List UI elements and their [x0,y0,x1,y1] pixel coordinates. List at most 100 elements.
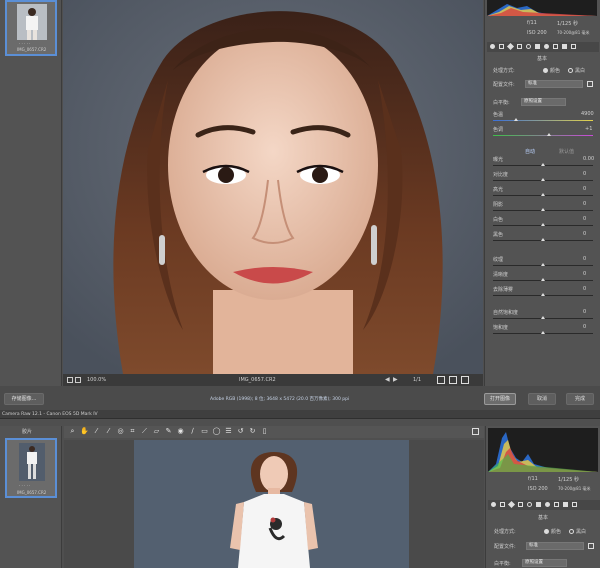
profile-select[interactable]: 标准 [526,542,584,550]
effects-tab-icon[interactable] [544,44,549,49]
copy-settings-icon[interactable] [461,376,469,384]
temperature-value[interactable]: 4900 [581,111,594,117]
slider-knob[interactable] [541,263,545,266]
transform-icon[interactable]: ▱ [152,427,161,436]
split-toning-tab-icon[interactable] [527,502,532,507]
brush-icon[interactable]: ∕ [188,427,197,436]
snapshots-tab-icon[interactable] [571,44,576,49]
detail-tab-icon[interactable] [506,42,515,51]
white-balance-icon[interactable]: ⁄ [92,427,101,436]
targeted-adjust-icon[interactable]: ◎ [116,427,125,436]
thumbnail-stars[interactable]: · · · · · [19,41,30,46]
slider-value[interactable]: 0 [583,201,586,207]
swap-icon[interactable] [449,376,457,384]
slider-value[interactable]: 0 [583,271,586,277]
slider-knob[interactable] [541,331,545,334]
zoom-minus-icon[interactable] [67,377,73,383]
red-eye-icon[interactable]: ◉ [176,427,185,436]
open-image-button[interactable]: 打开图像 [484,393,516,405]
save-image-button[interactable]: 存储图像... [4,393,44,405]
radial-filter-icon[interactable]: ◯ [212,427,221,436]
cancel-button[interactable]: 取消 [528,393,556,405]
slider-knob[interactable] [541,208,545,211]
treatment-color-radio[interactable] [544,529,549,534]
filmstrip-thumbnail[interactable]: · · · · · IMG_0657.CR2 [5,438,57,498]
slider-knob[interactable] [541,316,545,319]
basic-tab-icon[interactable] [491,502,496,507]
zoom-plus-icon[interactable] [75,377,81,383]
done-button[interactable]: 完成 [566,393,594,405]
slider-value[interactable]: 0 [583,324,586,330]
slider-value[interactable]: 0 [583,171,586,177]
slider-knob[interactable] [541,178,545,181]
calibration-tab-icon[interactable] [553,44,558,49]
graduated-filter-icon[interactable]: ▭ [200,427,209,436]
zoom-level[interactable]: 100.0% [87,377,106,383]
slider-knob[interactable] [541,293,545,296]
slider-label: 高光 [493,187,504,193]
zoom-icon[interactable]: ⌕ [68,427,77,436]
rotate-ccw-icon[interactable]: ↺ [236,427,245,436]
default-link[interactable]: 默认值 [559,148,574,155]
color-sampler-icon[interactable]: ⁄ [104,427,113,436]
straighten-icon[interactable]: ⟋ [140,427,149,436]
slider-knob[interactable] [541,163,545,166]
preferences-icon[interactable]: ☰ [224,427,233,436]
slider-value[interactable]: 0 [583,231,586,237]
workflow-info-link[interactable]: Adobe RGB (1998); 8 位; 3648 x 5472 (20.0… [210,396,349,402]
white-balance-select[interactable]: 原照设置 [522,559,567,567]
auto-link[interactable]: 自动 [525,148,535,155]
thumbnail-stars[interactable]: · · · · · [19,483,30,488]
calibration-tab-icon[interactable] [554,502,559,507]
fullscreen-icon[interactable] [472,428,479,435]
split-toning-tab-icon[interactable] [526,44,531,49]
tone-curve-tab-icon[interactable] [499,44,504,49]
slider-knob[interactable] [541,223,545,226]
hsl-tab-icon[interactable] [518,502,523,507]
white-balance-select[interactable]: 原照设置 [521,98,566,106]
effects-tab-icon[interactable] [545,502,550,507]
hsl-tab-icon[interactable] [517,44,522,49]
lens-tab-icon[interactable] [535,44,540,49]
tint-value[interactable]: +1 [585,126,592,132]
slider-value[interactable]: 0 [583,256,586,262]
slider-knob[interactable] [541,193,545,196]
temperature-slider[interactable] [493,120,593,121]
camera-readout: f/11 1/125 秒 ISO 200 70-200@81 毫米 [487,18,599,42]
trash-icon[interactable]: ▯ [260,427,269,436]
preview-area[interactable] [64,440,484,568]
slider-value[interactable]: 0 [583,309,586,315]
spot-removal-icon[interactable]: ✎ [164,427,173,436]
filmstrip-thumbnail[interactable]: · · · · · IMG_0657.CR2 [5,0,57,56]
slider-value[interactable]: 0 [583,216,586,222]
portrait-photo [63,0,483,374]
before-after-toggle-icon[interactable] [437,376,445,384]
preview-area[interactable] [63,0,483,374]
treatment-bw-radio[interactable] [569,529,574,534]
slider-value[interactable]: 0.00 [583,156,594,162]
tint-knob[interactable] [547,133,551,136]
snapshots-tab-icon[interactable] [572,502,577,507]
treatment-color-radio[interactable] [543,68,548,73]
slider-knob[interactable] [541,278,545,281]
presets-tab-icon[interactable] [563,502,568,507]
profile-browser-icon[interactable] [587,81,593,87]
temperature-knob[interactable] [514,118,518,121]
basic-tab-icon[interactable] [490,44,495,49]
lens-tab-icon[interactable] [536,502,541,507]
tone-curve-tab-icon[interactable] [500,502,505,507]
rotate-cw-icon[interactable]: ↻ [248,427,257,436]
slider-value[interactable]: 0 [583,186,586,192]
slider-knob[interactable] [541,238,545,241]
slider-value[interactable]: 0 [583,286,586,292]
profile-browser-icon[interactable] [588,543,594,549]
nav-next-icon[interactable]: ▶ [393,376,398,383]
treatment-bw-radio[interactable] [568,68,573,73]
nav-prev-icon[interactable]: ◀ [385,376,390,383]
detail-tab-icon[interactable] [507,500,516,509]
tint-slider[interactable] [493,135,593,136]
profile-select[interactable]: 标准 [525,80,583,88]
crop-icon[interactable]: ⌗ [128,427,137,436]
hand-icon[interactable]: ✋ [80,427,89,436]
presets-tab-icon[interactable] [562,44,567,49]
